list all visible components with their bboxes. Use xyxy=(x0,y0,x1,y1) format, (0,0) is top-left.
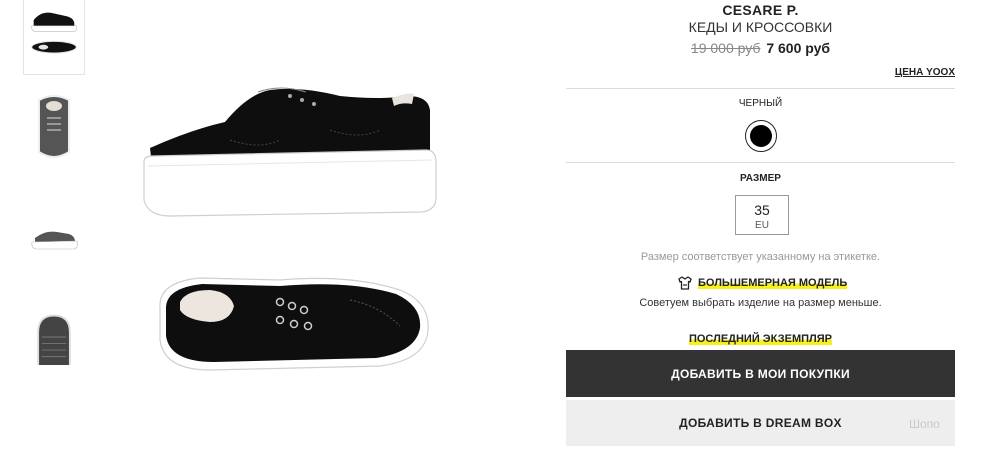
divider xyxy=(566,162,955,163)
product-category: КЕДЫ И КРОССОВКИ xyxy=(688,19,833,35)
color-label: ЧЕРНЫЙ xyxy=(738,98,783,109)
main-product-image[interactable] xyxy=(130,70,450,390)
add-to-dreambox-button[interactable]: ДОБАВИТЬ В DREAM BOX xyxy=(566,400,955,446)
thumbnail-4[interactable] xyxy=(23,295,85,365)
swatch-fill xyxy=(750,125,772,147)
fit-info: БОЛЬШЕМЕРНАЯ МОДЕЛЬ xyxy=(566,275,955,291)
shoe-thumbnail-image xyxy=(31,231,78,250)
thumbnail-3[interactable] xyxy=(23,200,85,275)
shirt-fit-icon xyxy=(678,276,692,290)
shoe-thumbnail-image xyxy=(38,95,70,158)
size-label: РАЗМЕР xyxy=(740,173,781,184)
last-item-notice: ПОСЛЕДНИЙ ЭКЗЕМПЛЯР xyxy=(566,329,955,347)
yoox-price-link[interactable]: ЦЕНА YOOX xyxy=(895,67,955,78)
divider xyxy=(566,88,955,89)
shoe-thumbnail-image xyxy=(31,12,78,54)
thumbnail-strip xyxy=(23,0,85,370)
original-price: 19 000 руб xyxy=(690,40,761,56)
size-value: 35 xyxy=(754,202,770,218)
shoe-thumbnail-image xyxy=(37,314,71,365)
last-item-text: ПОСЛЕДНИЙ ЭКЗЕМПЛЯР xyxy=(688,333,833,345)
size-note: Размер соответствует указанному на этике… xyxy=(640,251,881,263)
size-unit: EU xyxy=(755,220,769,231)
shoe-main-image xyxy=(143,87,437,371)
brand-name[interactable]: CESARE P. xyxy=(566,2,955,18)
size-option-35[interactable]: 35 EU xyxy=(735,195,789,235)
watermark: Шопо xyxy=(909,417,940,431)
color-swatch-black[interactable] xyxy=(745,120,777,152)
price-row: 19 000 руб 7 600 руб xyxy=(566,40,955,56)
fit-label: БОЛЬШЕМЕРНАЯ МОДЕЛЬ xyxy=(698,277,848,289)
sale-price: 7 600 руб xyxy=(766,40,831,56)
thumbnail-1[interactable] xyxy=(23,0,85,75)
fit-advice: Советуем выбрать изделие на размер меньш… xyxy=(639,297,882,309)
thumbnail-2[interactable] xyxy=(23,90,85,165)
add-to-cart-button[interactable]: ДОБАВИТЬ В МОИ ПОКУПКИ xyxy=(566,350,955,397)
